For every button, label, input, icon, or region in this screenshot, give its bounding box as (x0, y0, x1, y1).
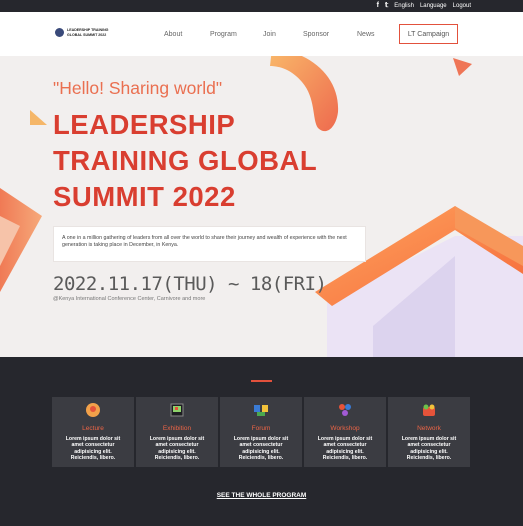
program-card-text: Lorem ipsum dolor sit amet consectetur a… (317, 436, 373, 462)
program-card-text: Lorem ipsum dolor sit amet consectetur a… (149, 436, 205, 462)
program-card-title: Network (417, 425, 441, 432)
nav-item-about[interactable]: About (164, 12, 182, 56)
hero-title-line-3: SUMMIT 2022 (53, 181, 236, 212)
event-venue: @Kenya International Conference Center, … (53, 296, 206, 302)
nav-item-sponsor[interactable]: Sponsor (303, 12, 329, 56)
twitter-icon[interactable]: 𝕥 (385, 0, 388, 12)
hero-section: "Hello! Sharing world" LEADERSHIP TRAINI… (0, 56, 523, 357)
program-card-text: Lorem ipsum dolor sit amet consectetur a… (233, 436, 289, 462)
logo-line-1: LEADERSHIP TRAINING (67, 28, 109, 33)
nav-item-program[interactable]: Program (210, 12, 237, 56)
nav-item-join[interactable]: Join (263, 12, 276, 56)
facebook-icon[interactable]: f (377, 0, 379, 12)
language-link[interactable]: Language (420, 0, 447, 12)
triangle-shape-top (453, 58, 472, 76)
forum-icon (254, 405, 268, 416)
program-card-title: Forum (251, 425, 271, 432)
see-whole-program-link[interactable]: SEE THE WHOLE PROGRAM (0, 492, 523, 499)
nav-item-news[interactable]: News (357, 12, 375, 56)
program-card-text: Lorem ipsum dolor sit amet consectetur a… (65, 436, 121, 462)
lecture-icon (86, 403, 100, 417)
logo-line-2: GLOBAL SUMMIT 2022 (67, 32, 107, 37)
program-card-network[interactable]: Network Lorem ipsum dolor sit amet conse… (388, 397, 470, 467)
lt-campaign-button[interactable]: LT Campaign (399, 24, 458, 44)
top-bar: f 𝕥 English Language Logout (0, 0, 523, 12)
program-card-title: Exhibition (162, 425, 192, 432)
hero-title: LEADERSHIP TRAINING GLOBAL SUMMIT 2022 (53, 107, 317, 215)
program-card-forum[interactable]: Forum Lorem ipsum dolor sit amet consect… (220, 397, 302, 467)
program-card-lecture[interactable]: Lecture Lorem ipsum dolor sit amet conse… (52, 397, 134, 467)
english-link[interactable]: English (394, 0, 414, 12)
exhibition-icon (170, 403, 184, 417)
section-divider (251, 380, 272, 382)
workshop-icon (339, 404, 351, 416)
hero-greeting: "Hello! Sharing world" (53, 78, 223, 98)
main-nav: LEADERSHIP TRAINING GLOBAL SUMMIT 2022 A… (0, 12, 523, 56)
hero-title-line-1: LEADERSHIP (53, 109, 236, 140)
globe-logo-icon (55, 28, 64, 37)
network-icon (423, 404, 435, 416)
triangle-shape-left (30, 110, 47, 125)
logout-link[interactable]: Logout (453, 0, 471, 12)
program-card-workshop[interactable]: Workshop Lorem ipsum dolor sit amet cons… (304, 397, 386, 467)
program-card-text: Lorem ipsum dolor sit amet consectetur a… (401, 436, 457, 462)
program-card-title: Workshop (330, 425, 360, 432)
program-card-title: Lecture (82, 425, 104, 432)
program-card-exhibition[interactable]: Exhibition Lorem ipsum dolor sit amet co… (136, 397, 218, 467)
site-logo[interactable]: LEADERSHIP TRAINING GLOBAL SUMMIT 2022 (55, 28, 108, 37)
hero-title-line-2: TRAINING GLOBAL (53, 145, 318, 176)
event-date: 2022.11.17(THU) ~ 18(FRI) (53, 273, 327, 295)
programs-section: Lecture Lorem ipsum dolor sit amet conse… (0, 357, 523, 526)
hero-description: A one in a million gathering of leaders … (53, 226, 366, 262)
